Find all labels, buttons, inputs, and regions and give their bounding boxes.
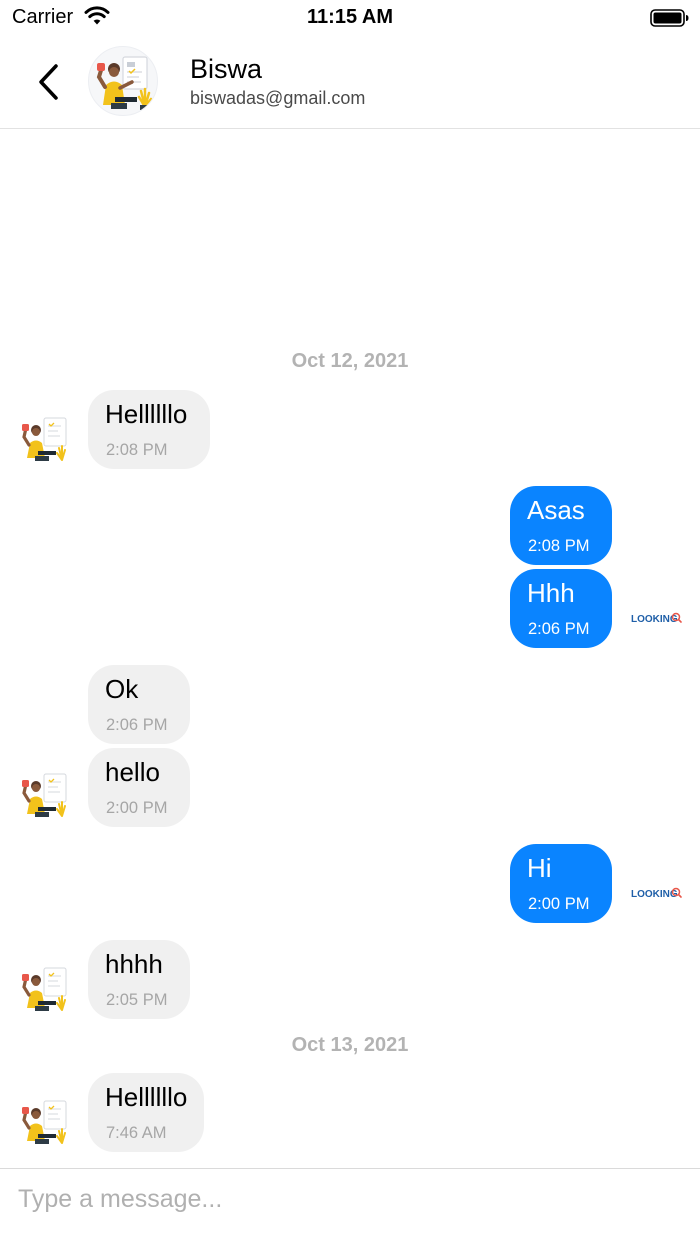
message-time: 2:00 PM — [106, 799, 168, 817]
message-text: Hellllllo — [105, 399, 188, 429]
message-text: hello — [105, 757, 160, 787]
back-button[interactable] — [30, 60, 66, 104]
sender-avatar[interactable] — [18, 1095, 72, 1149]
status-time: 11:15 AM — [307, 6, 393, 28]
message-time: 2:08 PM — [528, 537, 590, 555]
person-illustration-icon — [22, 417, 67, 461]
message-text: Hi — [527, 853, 552, 883]
sender-avatar[interactable] — [18, 962, 72, 1016]
looking-logo-icon: LOOKING — [631, 612, 682, 625]
message-text: Hellllllo — [105, 1082, 188, 1112]
outgoing-message[interactable]: Hi 2:00 PM — [510, 844, 612, 923]
chevron-left-icon — [39, 64, 58, 100]
person-illustration-icon — [22, 967, 67, 1011]
message-text: hhhh — [105, 949, 163, 979]
message-text: Asas — [527, 495, 585, 525]
app-logo-avatar: LOOKING — [630, 610, 684, 626]
contact-email: biswadas@gmail.com — [190, 88, 366, 108]
person-illustration-icon — [22, 773, 67, 817]
chat-header: Biswa biswadas@gmail.com — [0, 36, 700, 129]
status-bar: Carrier 11:15 AM — [0, 0, 700, 36]
message-time: 7:46 AM — [106, 1124, 167, 1142]
message-time: 2:00 PM — [528, 895, 590, 913]
message-composer — [0, 1168, 700, 1244]
contact-avatar[interactable] — [88, 46, 158, 116]
svg-text:LOOKING: LOOKING — [631, 889, 678, 900]
app-logo-avatar: LOOKING — [630, 885, 684, 901]
message-time: 2:06 PM — [106, 716, 168, 734]
chat-screen: Carrier 11:15 AM Biswa biswadas@gmail.co… — [0, 0, 700, 1244]
message-time: 2:08 PM — [106, 441, 168, 459]
date-separator: Oct 12, 2021 — [291, 350, 409, 372]
message-text: Hhh — [527, 578, 575, 608]
looking-logo-icon: LOOKING — [631, 887, 682, 900]
message-time: 2:05 PM — [106, 991, 168, 1009]
incoming-message[interactable]: Ok 2:06 PM — [88, 665, 190, 744]
sender-avatar[interactable] — [18, 412, 72, 466]
message-time: 2:06 PM — [528, 620, 590, 638]
contact-name: Biswa — [190, 54, 263, 84]
sender-avatar[interactable] — [18, 768, 72, 822]
incoming-message[interactable]: Hellllllo 7:46 AM — [88, 1073, 204, 1152]
date-separator: Oct 13, 2021 — [291, 1034, 409, 1056]
outgoing-message[interactable]: Hhh 2:06 PM — [510, 569, 612, 648]
incoming-message[interactable]: hello 2:00 PM — [88, 748, 190, 827]
incoming-message[interactable]: Hellllllo 2:08 PM — [88, 390, 210, 469]
person-illustration-icon — [22, 1100, 67, 1144]
message-input[interactable] — [18, 1179, 678, 1219]
person-illustration-icon — [96, 56, 153, 110]
message-text: Ok — [105, 674, 139, 704]
incoming-message[interactable]: hhhh 2:05 PM — [88, 940, 190, 1019]
battery-icon — [650, 9, 689, 27]
outgoing-message[interactable]: Asas 2:08 PM — [510, 486, 612, 565]
svg-text:LOOKING: LOOKING — [631, 614, 678, 625]
